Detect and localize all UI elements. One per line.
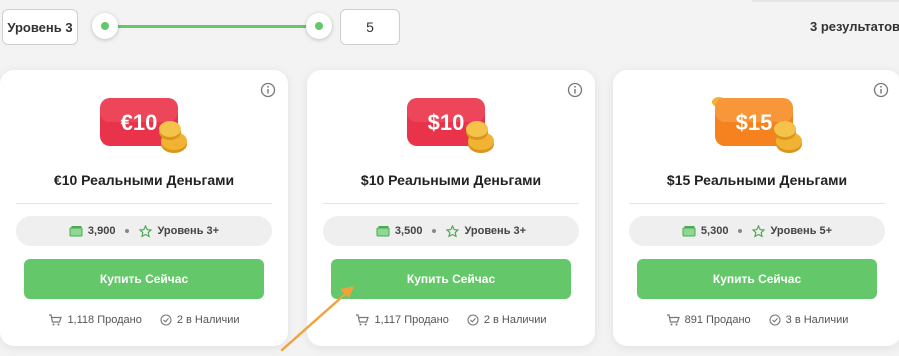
product-card: $15 $15 Реальными Деньгами 5,300 Уровень…: [613, 70, 899, 346]
check-circle-icon: [160, 314, 172, 326]
pointer-arrow-icon: [280, 286, 354, 352]
card-title: $15 Реальными Деньгами: [666, 172, 848, 188]
badge-label: $10: [428, 110, 465, 135]
cash-icon: [376, 226, 390, 237]
star-icon: [446, 224, 460, 238]
product-card: €10 €10 Реальными Деньгами 3,900 Уровень…: [0, 70, 288, 346]
cash-icon: [682, 226, 696, 237]
stock-count: 3 в Наличии: [785, 314, 849, 326]
separator-dot: [738, 229, 743, 233]
badge-label: $15: [736, 110, 773, 135]
coin-icon: [466, 121, 494, 153]
filter-bar: Уровень 3 3 результатов: [0, 0, 899, 56]
cart-icon: [49, 314, 63, 326]
card-stats: 5,300 Уровень 5+: [629, 216, 885, 246]
card-divider: [323, 203, 579, 204]
separator-dot: [432, 229, 437, 233]
card-title: $10 Реальными Деньгами: [360, 172, 542, 188]
product-badge: €10: [0, 96, 288, 154]
level-range-slider[interactable]: [92, 11, 332, 41]
buy-now-button[interactable]: Купить Сейчас: [331, 259, 571, 299]
slider-min-handle[interactable]: [92, 13, 118, 39]
slider-fill: [106, 25, 318, 28]
star-icon: [139, 224, 153, 238]
card-stats: 3,500 Уровень 3+: [323, 216, 579, 246]
coin-icon: [774, 121, 802, 153]
sold-count: 1,117 Продано: [374, 314, 449, 326]
buy-now-button[interactable]: Купить Сейчас: [24, 259, 264, 299]
level-filter-button[interactable]: Уровень 3: [2, 9, 78, 45]
level-requirement: Уровень 3+: [464, 225, 527, 237]
coin-icon: [159, 121, 187, 153]
price-value: 5,300: [700, 225, 729, 237]
price-value: 3,500: [394, 225, 423, 237]
star-icon: [752, 224, 766, 238]
card-meta: 1,118 Продано 2 в Наличии: [0, 312, 288, 328]
cart-icon: [666, 314, 680, 326]
stock-count: 2 в Наличии: [176, 314, 240, 326]
product-badge: $15: [613, 96, 899, 154]
level-value-input[interactable]: [340, 9, 400, 45]
separator-dot: [125, 229, 130, 233]
card-divider: [16, 203, 272, 204]
level-requirement: Уровень 5+: [770, 225, 833, 237]
card-divider: [629, 203, 885, 204]
price-value: 3,900: [87, 225, 116, 237]
sold-count: 891 Продано: [684, 314, 751, 326]
badge-label: €10: [121, 110, 158, 135]
slider-max-handle[interactable]: [306, 13, 332, 39]
results-count: 3 результатов: [810, 19, 899, 34]
buy-now-button[interactable]: Купить Сейчас: [637, 259, 877, 299]
card-meta: 891 Продано 3 в Наличии: [613, 312, 899, 328]
level-requirement: Уровень 3+: [157, 225, 220, 237]
card-title: €10 Реальными Деньгами: [53, 172, 235, 188]
check-circle-icon: [769, 314, 781, 326]
top-divider: [752, 0, 899, 2]
check-circle-icon: [467, 314, 479, 326]
stock-count: 2 в Наличии: [483, 314, 547, 326]
card-stats: 3,900 Уровень 3+: [16, 216, 272, 246]
cash-icon: [69, 226, 83, 237]
sold-count: 1,118 Продано: [67, 314, 142, 326]
product-badge: $10: [307, 96, 595, 154]
